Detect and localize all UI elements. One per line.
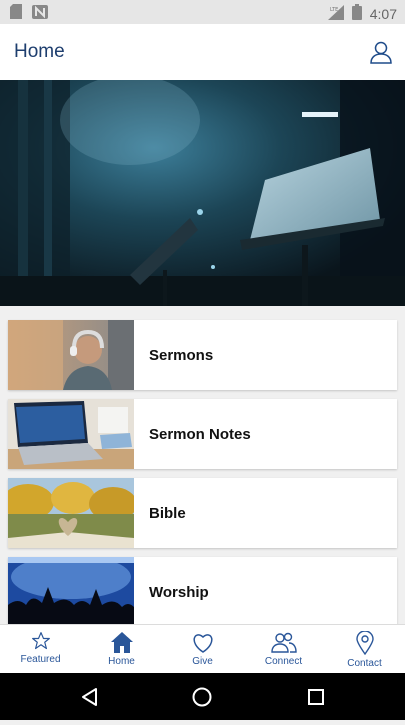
- tab-connect[interactable]: Connect: [243, 625, 324, 673]
- tab-give[interactable]: Give: [162, 625, 243, 673]
- hero-image: [0, 80, 405, 306]
- sermon-notes-thumbnail: [8, 399, 134, 469]
- people-icon: [270, 632, 297, 653]
- menu-list: Sermons Sermon Notes Bible Worship: [8, 320, 397, 636]
- heart-icon: [193, 634, 212, 653]
- sermons-thumbnail: [8, 320, 134, 390]
- user-icon: [370, 41, 392, 64]
- clock: 4:07: [369, 5, 397, 22]
- back-icon: [82, 688, 97, 706]
- list-item-sermon-notes[interactable]: Sermon Notes: [8, 399, 397, 469]
- battery-icon: [351, 4, 362, 23]
- list-item-worship[interactable]: Worship: [8, 557, 397, 627]
- tab-label: Home: [108, 656, 135, 667]
- back-button[interactable]: [82, 688, 97, 706]
- list-item-sermons[interactable]: Sermons: [8, 320, 397, 390]
- list-item-label: Worship: [149, 583, 209, 601]
- tab-home[interactable]: Home: [81, 625, 162, 673]
- status-bar: LTE 4:07: [0, 0, 405, 24]
- home-nav-button[interactable]: [192, 687, 212, 707]
- map-pin-icon: [355, 631, 374, 655]
- n-notification-icon: [32, 4, 48, 22]
- list-item-label: Sermons: [149, 346, 214, 364]
- signal-icon: LTE: [327, 4, 344, 23]
- sd-card-icon: [10, 4, 22, 22]
- svg-text:LTE: LTE: [330, 7, 338, 13]
- bottom-tab-bar: Featured Home Give Connect Contact: [0, 624, 405, 673]
- list-item-label: Sermon Notes: [149, 425, 251, 443]
- page-title: Home: [14, 41, 65, 62]
- worship-thumbnail: [8, 557, 134, 627]
- tab-label: Featured: [20, 654, 61, 665]
- system-nav-bar: [0, 673, 405, 720]
- home-circle-icon: [192, 687, 212, 707]
- tab-label: Give: [192, 656, 213, 667]
- home-icon: [110, 632, 133, 653]
- bible-thumbnail: [8, 478, 134, 548]
- recents-icon: [308, 689, 324, 705]
- app-bar: Home: [0, 24, 405, 80]
- list-item-label: Bible: [149, 504, 186, 522]
- tab-contact[interactable]: Contact: [324, 625, 405, 673]
- recents-button[interactable]: [308, 689, 324, 705]
- tab-label: Connect: [264, 656, 303, 667]
- profile-button[interactable]: [369, 40, 393, 64]
- star-icon: [31, 632, 50, 650]
- list-item-bible[interactable]: Bible: [8, 478, 397, 548]
- tab-featured[interactable]: Featured: [0, 625, 81, 673]
- tab-label: Contact: [347, 658, 382, 669]
